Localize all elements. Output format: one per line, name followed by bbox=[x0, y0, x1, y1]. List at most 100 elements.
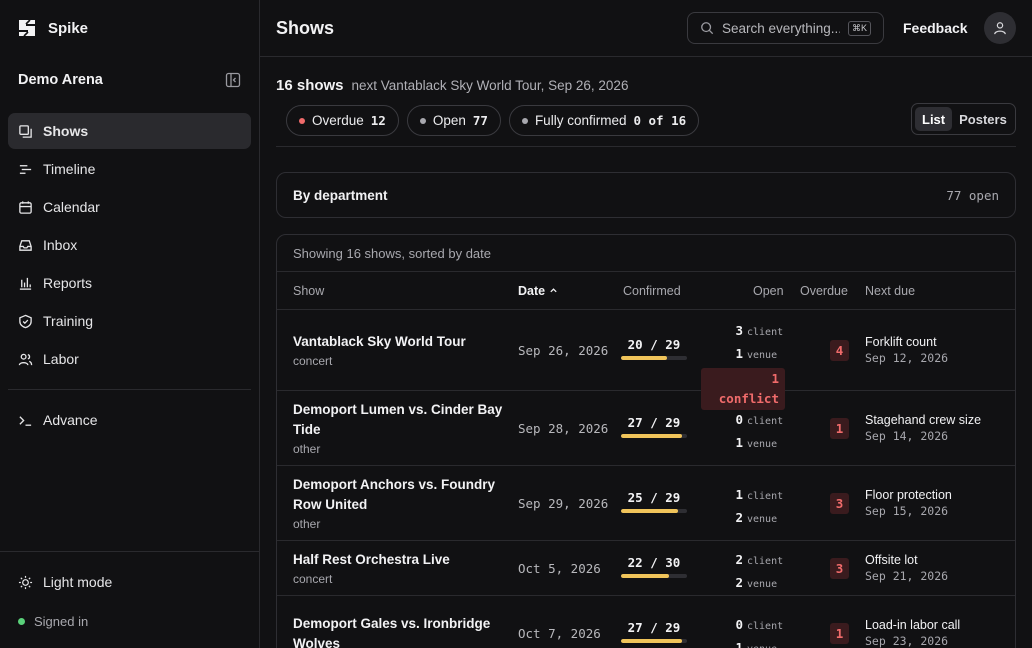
confirmed-cell: 27 / 29 bbox=[621, 620, 687, 643]
workspace-header: Demo Arena bbox=[18, 72, 241, 88]
divider bbox=[276, 146, 1016, 147]
show-name[interactable]: Demoport Anchors vs. Foundry Row United bbox=[293, 475, 503, 515]
open-venue: 2 venue bbox=[701, 572, 785, 595]
sidebar-item-timeline[interactable]: Timeline bbox=[8, 151, 251, 187]
show-date: Sep 26, 2026 bbox=[518, 342, 609, 358]
sidebar-item-advance[interactable]: Advance bbox=[8, 402, 251, 438]
sidebar-item-label: Advance bbox=[43, 412, 98, 428]
table-row[interactable]: Half Rest Orchestra Live concert Oct 5, 20… bbox=[277, 541, 1015, 596]
next-due-task[interactable]: Stagehand crew size bbox=[865, 411, 981, 429]
open-venue-count: 2 bbox=[735, 574, 743, 590]
main-content: 16 shows next Vantablack Sky World Tour,… bbox=[260, 57, 1032, 648]
show-name[interactable]: Half Rest Orchestra Live bbox=[293, 550, 503, 570]
bar-chart-icon bbox=[19, 277, 32, 290]
open-venue-count: 1 bbox=[735, 434, 743, 450]
open-venue-label: venue bbox=[747, 513, 778, 525]
sidebar-divider bbox=[8, 389, 251, 390]
table-row[interactable]: Demoport Lumen vs. Cinder Bay Tide other S… bbox=[277, 391, 1015, 466]
sidebar-toggle-icon[interactable] bbox=[225, 72, 241, 88]
overdue-badge: 3 bbox=[830, 557, 849, 579]
topbar: Shows ⌘K Feedback bbox=[260, 0, 1032, 57]
next-due-task[interactable]: Forklift count bbox=[865, 333, 948, 351]
confirmed-progress-bar bbox=[621, 508, 687, 513]
show-cell: Demoport Gales vs. Ironbridge Wolves bbox=[293, 614, 503, 648]
show-name[interactable]: Vantablack Sky World Tour bbox=[293, 332, 503, 352]
chip-value: 12 bbox=[370, 113, 386, 128]
sidebar-item-inbox[interactable]: Inbox bbox=[8, 227, 251, 263]
terminal-icon bbox=[19, 415, 32, 426]
table-row[interactable]: Vantablack Sky World Tour concert Sep 26, … bbox=[277, 310, 1015, 410]
open-venue-label: venue bbox=[747, 438, 778, 450]
sidebar-item-labor[interactable]: Labor bbox=[8, 341, 251, 377]
view-posters-button[interactable]: Posters bbox=[952, 107, 1014, 131]
layers-icon bbox=[19, 124, 32, 138]
search-icon bbox=[701, 22, 714, 35]
open-client-label: client bbox=[747, 326, 784, 338]
confirmed-progress-bar bbox=[621, 573, 687, 578]
sidebar-item-training[interactable]: Training bbox=[8, 303, 251, 339]
show-date: Oct 5, 2026 bbox=[518, 560, 601, 576]
sun-icon bbox=[18, 575, 33, 589]
feedback-button[interactable]: Feedback bbox=[903, 20, 968, 36]
header-confirmed[interactable]: Confirmed bbox=[623, 284, 681, 298]
view-list-button[interactable]: List bbox=[915, 107, 953, 131]
open-cell: 0 client 1 venue bbox=[701, 409, 785, 455]
sidebar-item-shows[interactable]: Shows bbox=[8, 113, 251, 149]
confirmed-progress-fill bbox=[621, 638, 683, 643]
calendar-icon bbox=[19, 200, 32, 214]
sidebar: Spike Demo Arena Shows Timeline Calendar… bbox=[0, 0, 260, 648]
light-mode-toggle[interactable]: Light mode bbox=[18, 574, 112, 590]
header-date[interactable]: Date bbox=[518, 284, 558, 298]
chip-open[interactable]: Open 77 bbox=[406, 105, 501, 136]
next-due-task[interactable]: Floor protection bbox=[865, 486, 952, 504]
show-date: Sep 28, 2026 bbox=[518, 420, 609, 436]
brand[interactable]: Spike bbox=[16, 17, 88, 39]
chip-value: 0 of 16 bbox=[633, 113, 687, 128]
open-client-count: 2 bbox=[735, 551, 743, 567]
search-box[interactable]: ⌘K bbox=[687, 12, 884, 44]
chip-fully-confirmed[interactable]: Fully confirmed 0 of 16 bbox=[508, 105, 700, 136]
table-caption: Showing 16 shows, sorted by date bbox=[277, 235, 1015, 272]
page-title: Shows bbox=[276, 18, 335, 38]
header-show[interactable]: Show bbox=[293, 284, 324, 298]
chip-label: Overdue bbox=[312, 113, 364, 128]
open-venue-count: 2 bbox=[735, 509, 743, 525]
table-row[interactable]: Demoport Anchors vs. Foundry Row United o… bbox=[277, 466, 1015, 541]
table-row[interactable]: Demoport Gales vs. Ironbridge Wolves Oct … bbox=[277, 596, 1015, 648]
chip-dot-icon bbox=[521, 117, 528, 124]
header-next-due[interactable]: Next due bbox=[865, 284, 915, 298]
avatar[interactable] bbox=[984, 12, 1016, 44]
table-body: Vantablack Sky World Tour concert Sep 26, … bbox=[277, 310, 1015, 648]
brand-name: Spike bbox=[48, 19, 89, 37]
table-header: Show Date Confirmed Open Overdue Next du… bbox=[277, 272, 1015, 310]
light-mode-label: Light mode bbox=[43, 574, 113, 590]
sidebar-item-label: Calendar bbox=[43, 199, 100, 215]
overdue-badge: 3 bbox=[830, 492, 849, 514]
next-due-task[interactable]: Offsite lot bbox=[865, 551, 948, 569]
next-due-task[interactable]: Load-in labor call bbox=[865, 616, 960, 634]
header-open[interactable]: Open bbox=[753, 284, 784, 298]
open-client-count: 0 bbox=[735, 616, 743, 632]
show-name[interactable]: Demoport Lumen vs. Cinder Bay Tide bbox=[293, 400, 503, 440]
confirmed-progress-bar bbox=[621, 355, 687, 360]
sidebar-nav: Shows Timeline Calendar Inbox Reports Tr… bbox=[8, 113, 251, 379]
by-department-panel[interactable]: By department 77 open bbox=[276, 172, 1016, 218]
sidebar-item-reports[interactable]: Reports bbox=[8, 265, 251, 301]
open-venue-label: venue bbox=[747, 578, 778, 590]
search-input[interactable] bbox=[722, 20, 840, 36]
signed-in-status: Signed in bbox=[18, 614, 88, 629]
open-client: 1 client bbox=[701, 484, 785, 507]
header-overdue[interactable]: Overdue bbox=[800, 284, 848, 298]
next-due-date: Sep 21, 2026 bbox=[865, 568, 949, 583]
show-name[interactable]: Demoport Gales vs. Ironbridge Wolves bbox=[293, 614, 503, 648]
open-client-count: 3 bbox=[735, 322, 743, 338]
sidebar-item-calendar[interactable]: Calendar bbox=[8, 189, 251, 225]
open-client-label: client bbox=[747, 555, 784, 567]
sidebar-secondary-nav: Advance bbox=[8, 402, 251, 440]
open-client-label: client bbox=[747, 620, 784, 632]
next-due-cell: Floor protection Sep 15, 2026 bbox=[865, 486, 952, 518]
confirmed-progress-fill bbox=[621, 573, 670, 578]
chip-overdue[interactable]: Overdue 12 bbox=[286, 105, 399, 136]
confirmed-cell: 22 / 30 bbox=[621, 555, 687, 578]
sidebar-item-label: Shows bbox=[43, 123, 89, 139]
